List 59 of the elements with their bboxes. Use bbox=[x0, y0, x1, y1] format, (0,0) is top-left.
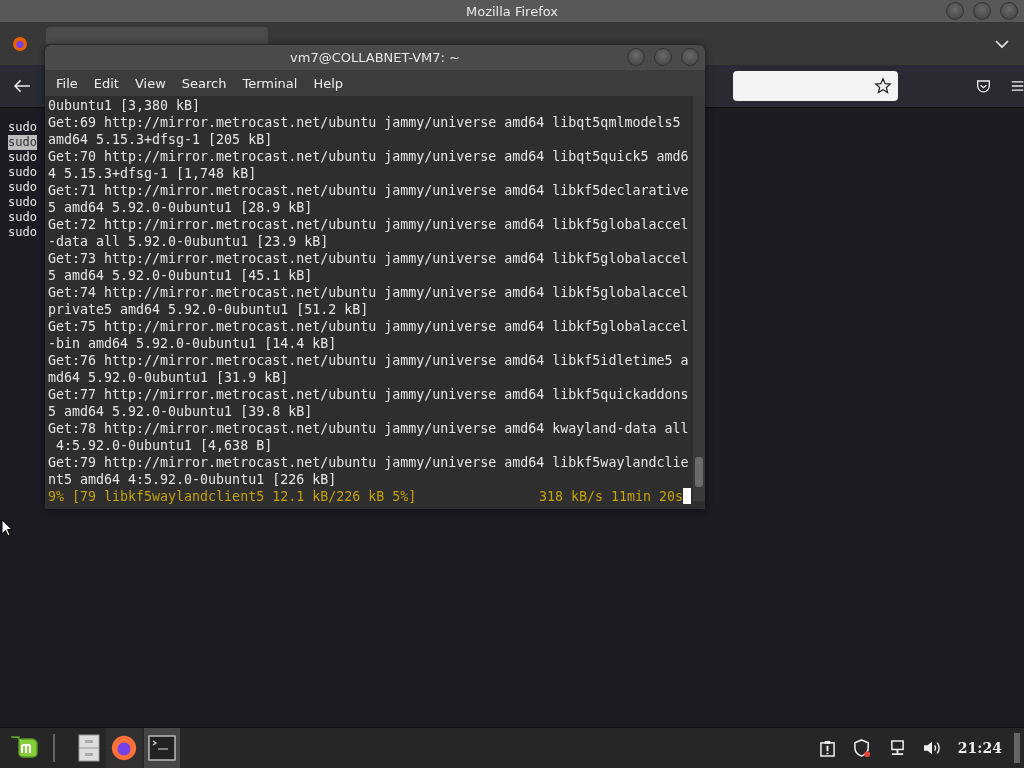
terminal-line: Get:79 http://mirror.metrocast.net/ubuntu jammy/universe amd64 libkf5waylandclie bbox=[48, 454, 690, 471]
progress-text: 9% [79 libkf5waylandclient5 12.1 kB/226 kB 5%] bbox=[48, 488, 417, 505]
window-title: Mozilla Firefox bbox=[466, 3, 558, 19]
terminal-line: Get:74 http://mirror.metrocast.net/ubuntu jammy/universe amd64 libkf5globalaccel bbox=[48, 284, 690, 301]
text-line: sudo bbox=[8, 195, 37, 210]
clipboard-alert-icon[interactable] bbox=[819, 739, 835, 757]
terminal-line: Get:72 http://mirror.metrocast.net/ubuntu jammy/universe amd64 libkf5globalaccel bbox=[48, 216, 690, 233]
terminal-line: Get:75 http://mirror.metrocast.net/ubuntu jammy/universe amd64 libkf5globalaccel bbox=[48, 318, 690, 335]
terminal-line: Get:73 http://mirror.metrocast.net/ubuntu jammy/universe amd64 libkf5globalaccel bbox=[48, 250, 690, 267]
menu-item[interactable]: Help bbox=[305, 72, 352, 94]
text-line: sudo bbox=[8, 150, 37, 165]
terminal-line: nt5 amd64 4:5.92.0-0ubuntu1 [226 kB] bbox=[48, 471, 338, 488]
chevron-down-icon[interactable] bbox=[994, 38, 1010, 49]
firefox-taskbar-button[interactable] bbox=[106, 728, 142, 768]
text-line: sudo bbox=[8, 165, 37, 180]
address-bar[interactable] bbox=[732, 71, 898, 101]
menu-item[interactable]: File bbox=[48, 72, 86, 94]
text-line: sudo bbox=[8, 120, 37, 135]
menu-item[interactable]: Search bbox=[173, 72, 235, 94]
window-title: vm7@COLLABNET-VM7: ~ bbox=[290, 50, 460, 65]
shield-icon[interactable] bbox=[852, 738, 872, 758]
terminal-line: Get:70 http://mirror.metrocast.net/ubuntu jammy/universe amd64 libqt5quick5 amd6 bbox=[48, 148, 690, 165]
firefox-icon[interactable] bbox=[12, 35, 28, 52]
text-cursor bbox=[683, 488, 691, 504]
menu-item[interactable]: View bbox=[126, 72, 174, 94]
terminal-line: 5 amd64 5.92.0-0ubuntu1 [45.1 kB] bbox=[48, 267, 314, 284]
terminal-line: Get:76 http://mirror.metrocast.net/ubuntu jammy/universe amd64 libkf5idletime5 a bbox=[48, 352, 690, 369]
terminal-line: -bin amd64 5.92.0-0ubuntu1 [14.4 kB] bbox=[48, 335, 338, 352]
terminal-line: -data all 5.92.0-0ubuntu1 [23.9 kB] bbox=[48, 233, 330, 250]
terminal-line: 5 amd64 5.92.0-0ubuntu1 [28.9 kB] bbox=[48, 199, 314, 216]
menu-item[interactable]: Edit bbox=[85, 72, 127, 94]
network-icon[interactable] bbox=[889, 739, 905, 757]
text-line: sudo bbox=[8, 180, 37, 195]
menu-icon[interactable] bbox=[1010, 80, 1024, 92]
terminal-line: 4 5.15.3+dfsg-1 [1,748 kB] bbox=[48, 165, 258, 182]
clock[interactable]: 21:24 bbox=[957, 740, 1002, 756]
pocket-icon[interactable] bbox=[975, 78, 991, 94]
file-cabinet-icon[interactable] bbox=[78, 734, 100, 762]
terminal-line: amd64 5.15.3+dfsg-1 [205 kB] bbox=[48, 131, 274, 148]
mint-logo-icon[interactable] bbox=[9, 735, 39, 761]
terminal-line: 4:5.92.0-0ubuntu1 [4,638 B] bbox=[55, 437, 274, 454]
mouse-pointer-icon bbox=[1, 519, 13, 537]
menu-item[interactable]: Terminal bbox=[234, 72, 306, 94]
terminal-line: 5 amd64 5.92.0-0ubuntu1 [39.8 kB] bbox=[48, 403, 314, 420]
star-icon[interactable] bbox=[873, 77, 892, 95]
speed-text: 318 kB/s 11min 20s bbox=[538, 488, 683, 505]
terminal-line: private5 amd64 5.92.0-0ubuntu1 [51.2 kB] bbox=[48, 301, 370, 318]
scrollbar[interactable] bbox=[693, 96, 705, 501]
text-line: sudo bbox=[8, 225, 37, 240]
volume-icon[interactable] bbox=[922, 740, 941, 756]
terminal-taskbar-button[interactable] bbox=[144, 728, 180, 768]
terminal-line: Get:78 http://mirror.metrocast.net/ubuntu jammy/universe amd64 kwayland-data all bbox=[48, 420, 690, 437]
terminal-line: Get:71 http://mirror.metrocast.net/ubuntu jammy/universe amd64 libkf5declarative bbox=[48, 182, 690, 199]
terminal-line: 0ubuntu1 [3,380 kB] bbox=[48, 97, 202, 114]
terminal-line: Get:69 http://mirror.metrocast.net/ubuntu jammy/universe amd64 libqt5qmlmodels5 bbox=[48, 114, 682, 131]
terminal-line: md64 5.92.0-0ubuntu1 [31.9 kB] bbox=[48, 369, 290, 386]
back-arrow-icon[interactable] bbox=[14, 79, 31, 93]
text-line: sudo bbox=[8, 210, 37, 225]
terminal-line: Get:77 http://mirror.metrocast.net/ubuntu jammy/universe amd64 libkf5quickaddons bbox=[48, 386, 690, 403]
